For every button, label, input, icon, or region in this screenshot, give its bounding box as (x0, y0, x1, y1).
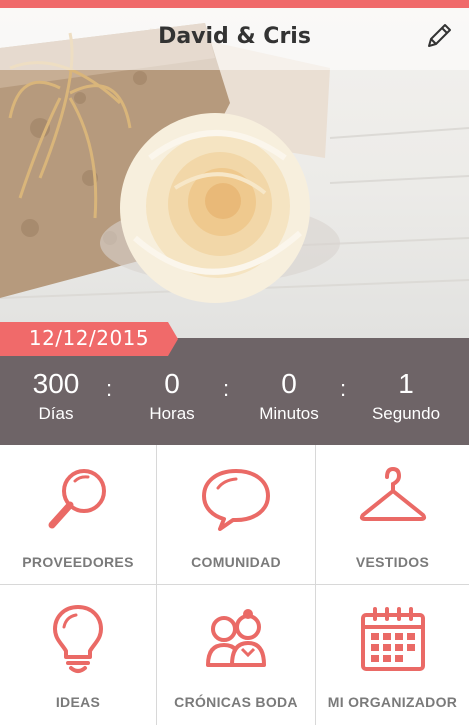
menu-grid: PROVEEDORES COMUNIDAD VESTIDOS IDEAS CRÓ… (0, 445, 469, 725)
menu-item-comunidad[interactable]: COMUNIDAD (157, 445, 316, 585)
hours-value: 0 (164, 368, 180, 399)
hanger-icon (359, 466, 426, 521)
calendar-icon (360, 607, 425, 671)
top-accent-bar (0, 0, 469, 8)
menu-item-label: CRÓNICAS BODA (174, 694, 298, 710)
countdown-hours: 0 Horas (117, 368, 227, 424)
magnifier-icon (48, 469, 106, 529)
separator: : (222, 376, 230, 401)
days-value: 300 (32, 368, 80, 399)
seconds-value: 1 (398, 368, 414, 399)
separator: : (105, 376, 113, 401)
minutes-label: Minutos (259, 404, 319, 423)
menu-item-label: PROVEEDORES (22, 554, 134, 570)
couple-icon (206, 609, 266, 667)
menu-item-label: COMUNIDAD (191, 554, 281, 570)
menu-item-vestidos[interactable]: VESTIDOS (316, 445, 469, 585)
menu-item-proveedores[interactable]: PROVEEDORES (0, 445, 157, 585)
menu-item-cronicas-boda[interactable]: CRÓNICAS BODA (157, 585, 316, 725)
separator: : (339, 376, 347, 401)
countdown-minutes: 0 Minutos (234, 368, 344, 424)
menu-item-label: MI ORGANIZADOR (327, 694, 458, 710)
countdown-days: 300 Días (1, 368, 111, 424)
hours-label: Horas (149, 404, 195, 423)
couple-title: David & Cris (158, 24, 311, 49)
pencil-icon[interactable] (423, 20, 455, 52)
speech-bubble-icon (202, 469, 270, 531)
menu-item-ideas[interactable]: IDEAS (0, 585, 157, 725)
minutes-value: 0 (281, 368, 297, 399)
wedding-date: 12/12/2015 (28, 326, 150, 350)
countdown-seconds: 1 Segundo (351, 368, 461, 424)
menu-item-mi-organizador[interactable]: MI ORGANIZADOR (316, 585, 469, 725)
menu-item-label: IDEAS (55, 694, 101, 710)
lightbulb-icon (53, 605, 103, 673)
days-label: Días (38, 404, 74, 423)
menu-item-label: VESTIDOS (355, 554, 430, 570)
seconds-label: Segundo (371, 404, 441, 423)
